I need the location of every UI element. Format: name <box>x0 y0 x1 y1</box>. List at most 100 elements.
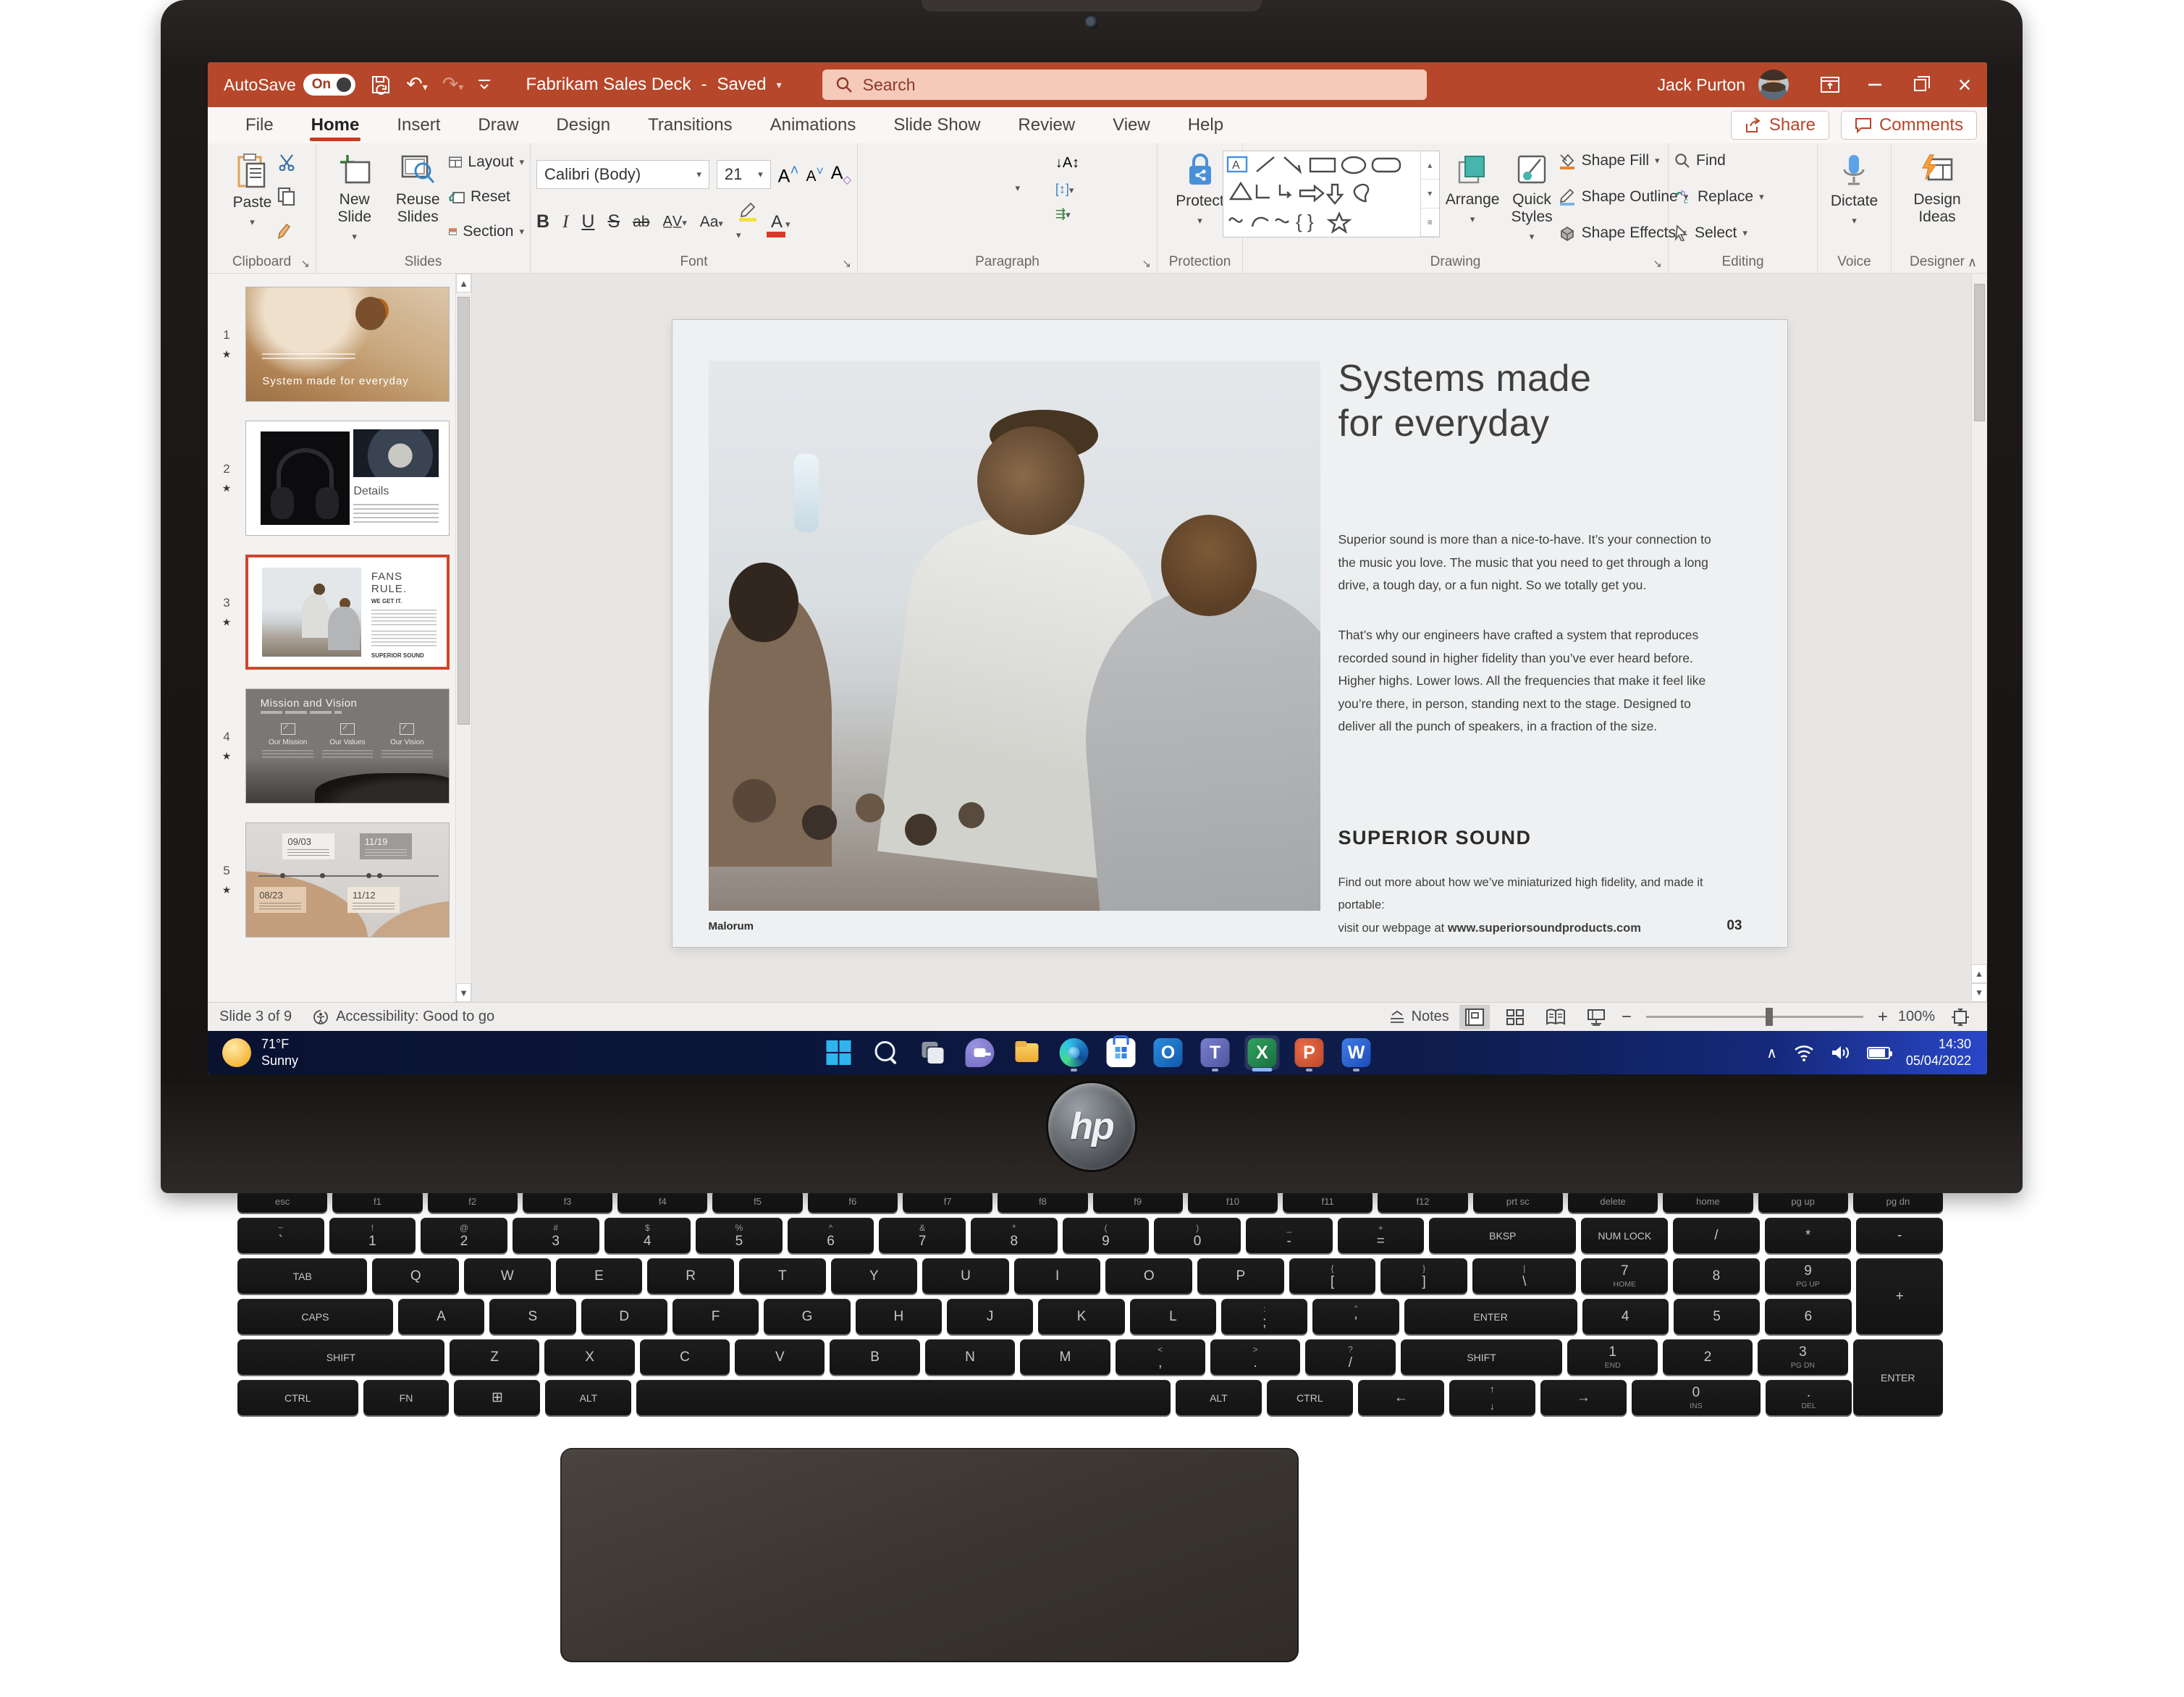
scroll-up-button[interactable]: ▲ <box>456 274 471 292</box>
excel-icon[interactable]: X <box>1244 1035 1280 1071</box>
share-button[interactable]: Share <box>1730 111 1829 140</box>
key-f11[interactable]: f11 <box>1283 1190 1373 1213</box>
key-ctrl[interactable]: ctrl <box>237 1380 358 1415</box>
key-`[interactable]: ~ ` <box>237 1218 324 1253</box>
new-slide-button[interactable]: New Slide ▾ <box>322 151 387 245</box>
key-f10[interactable]: f10 <box>1187 1190 1278 1213</box>
key-e[interactable]: E <box>555 1258 643 1294</box>
key-+[interactable]: + <box>1856 1258 1943 1334</box>
strikethrough-button[interactable]: S <box>607 211 620 232</box>
key-bksp[interactable]: bksp <box>1429 1218 1577 1253</box>
key-h[interactable]: H <box>855 1299 942 1334</box>
scroll-down-button[interactable]: ▼ <box>456 983 471 1002</box>
notes-button[interactable]: Notes <box>1389 1008 1449 1025</box>
store-icon[interactable] <box>1104 1035 1139 1070</box>
collapse-ribbon-button[interactable]: ∧ <box>1968 255 1977 270</box>
key--[interactable]: _ - <box>1245 1218 1333 1253</box>
scrollbar-thumb[interactable] <box>458 297 470 725</box>
key-f4[interactable]: f4 <box>617 1190 708 1213</box>
shapes-gallery-scroll[interactable]: ▴ ▾ ≡ <box>1420 151 1439 237</box>
align-center-button[interactable] <box>975 207 999 222</box>
key-2[interactable]: 2 <box>1662 1339 1753 1375</box>
wifi-icon[interactable] <box>1793 1044 1815 1061</box>
key-shift[interactable]: shift <box>237 1339 445 1375</box>
key-,[interactable]: <, <box>1115 1339 1205 1375</box>
key-z[interactable]: Z <box>450 1339 540 1375</box>
key-d[interactable]: D <box>581 1299 667 1334</box>
key-c[interactable]: C <box>639 1339 730 1375</box>
volume-icon[interactable] <box>1831 1044 1851 1061</box>
edge-icon[interactable] <box>1057 1035 1092 1071</box>
font-dialog-launcher[interactable]: ↘ <box>842 257 851 270</box>
thumbnail-slide-1[interactable]: 1 ★ System made for everyday <box>208 287 450 402</box>
key-1[interactable]: ! 1 <box>329 1218 416 1253</box>
reading-view-button[interactable] <box>1540 1005 1571 1029</box>
slide-sorter-view-button[interactable] <box>1500 1005 1530 1029</box>
section-button[interactable]: Section ▾ <box>449 223 524 240</box>
key-n[interactable]: N <box>924 1339 1016 1375</box>
key-r[interactable]: R <box>647 1258 734 1294</box>
key-1[interactable]: 1 end <box>1567 1339 1658 1375</box>
key-symbol[interactable]: ← <box>1357 1380 1444 1415</box>
key-s[interactable]: S <box>489 1299 576 1334</box>
key-/[interactable]: ? / <box>1305 1339 1396 1375</box>
shapes-gallery[interactable]: A { } ▴ ▾ ≡ <box>1222 151 1440 237</box>
key-f12[interactable]: f12 <box>1378 1190 1468 1213</box>
teams-icon[interactable]: T <box>1198 1035 1233 1071</box>
tab-view[interactable]: View <box>1094 107 1169 143</box>
bold-button[interactable]: B <box>536 211 549 232</box>
tab-design[interactable]: Design <box>537 107 629 143</box>
key-0[interactable]: ) 0 <box>1154 1218 1241 1253</box>
italic-button[interactable]: I <box>562 212 568 232</box>
key-x[interactable]: X <box>544 1339 635 1375</box>
thumbnail-slide-2[interactable]: 2 ★ Details <box>208 421 450 536</box>
key-v[interactable]: V <box>735 1339 825 1375</box>
key-pg-dn[interactable]: pg dn <box>1852 1190 1944 1213</box>
layout-button[interactable]: Layout ▾ <box>449 153 524 171</box>
key-y[interactable]: Y <box>830 1258 918 1294</box>
align-right-button[interactable] <box>1016 207 1040 222</box>
cut-button[interactable] <box>277 153 296 171</box>
key-7[interactable]: 7 home <box>1581 1258 1669 1294</box>
key-g[interactable]: G <box>764 1299 851 1334</box>
key-3[interactable]: 3 pg dn <box>1758 1339 1848 1375</box>
key-2[interactable]: @2 <box>421 1218 507 1253</box>
key-symbol[interactable]: → <box>1540 1380 1627 1415</box>
customize-qat-button[interactable] <box>478 79 491 90</box>
key-i[interactable]: I <box>1013 1258 1101 1294</box>
canvas-scrollbar-thumb[interactable] <box>1974 284 1985 421</box>
key-f3[interactable]: f3 <box>522 1190 613 1213</box>
key-caps[interactable]: caps <box>237 1299 393 1334</box>
key-7[interactable]: & 7 <box>879 1218 966 1253</box>
zoom-level[interactable]: 100% <box>1898 1008 1935 1025</box>
key-8[interactable]: * 8 <box>971 1218 1058 1253</box>
normal-view-button[interactable] <box>1459 1004 1490 1029</box>
bullets-button[interactable] <box>935 155 959 172</box>
key-num-lock[interactable]: num lock <box>1581 1218 1669 1253</box>
find-button[interactable]: Find <box>1674 152 1811 169</box>
text-highlight-button[interactable]: ▾ <box>736 201 758 243</box>
touchpad[interactable] <box>560 1448 1299 1662</box>
task-view-icon[interactable] <box>916 1035 950 1070</box>
tab-slide-show[interactable]: Slide Show <box>874 107 999 143</box>
tab-transitions[interactable]: Transitions <box>629 107 751 143</box>
key-/[interactable]: / <box>1673 1218 1760 1253</box>
copy-button[interactable] <box>277 187 296 206</box>
start-icon[interactable] <box>822 1035 856 1070</box>
columns-button[interactable]: ▾ <box>1016 182 1040 197</box>
key-shift[interactable]: shift <box>1400 1339 1563 1375</box>
key-f[interactable]: F <box>672 1299 759 1334</box>
file-explorer-icon[interactable] <box>1010 1035 1045 1070</box>
save-button[interactable] <box>370 74 392 96</box>
key-k[interactable]: K <box>1038 1299 1125 1334</box>
key-tab[interactable]: tab <box>237 1258 368 1294</box>
thumbnail-scrollbar[interactable]: ▲ ▼ <box>455 274 471 1002</box>
increase-indent-button[interactable] <box>975 182 999 197</box>
replace-button[interactable]: b c Replace ▾ <box>1674 188 1811 206</box>
text-direction-button[interactable]: ↓A↕ <box>1055 155 1079 172</box>
arrange-button[interactable]: Arrange ▾ <box>1440 151 1506 228</box>
tab-insert[interactable]: Insert <box>378 107 459 143</box>
tray-expand-icon[interactable]: ∧ <box>1766 1044 1777 1062</box>
key-a[interactable]: A <box>397 1299 485 1334</box>
key-][interactable]: }] <box>1380 1258 1467 1294</box>
